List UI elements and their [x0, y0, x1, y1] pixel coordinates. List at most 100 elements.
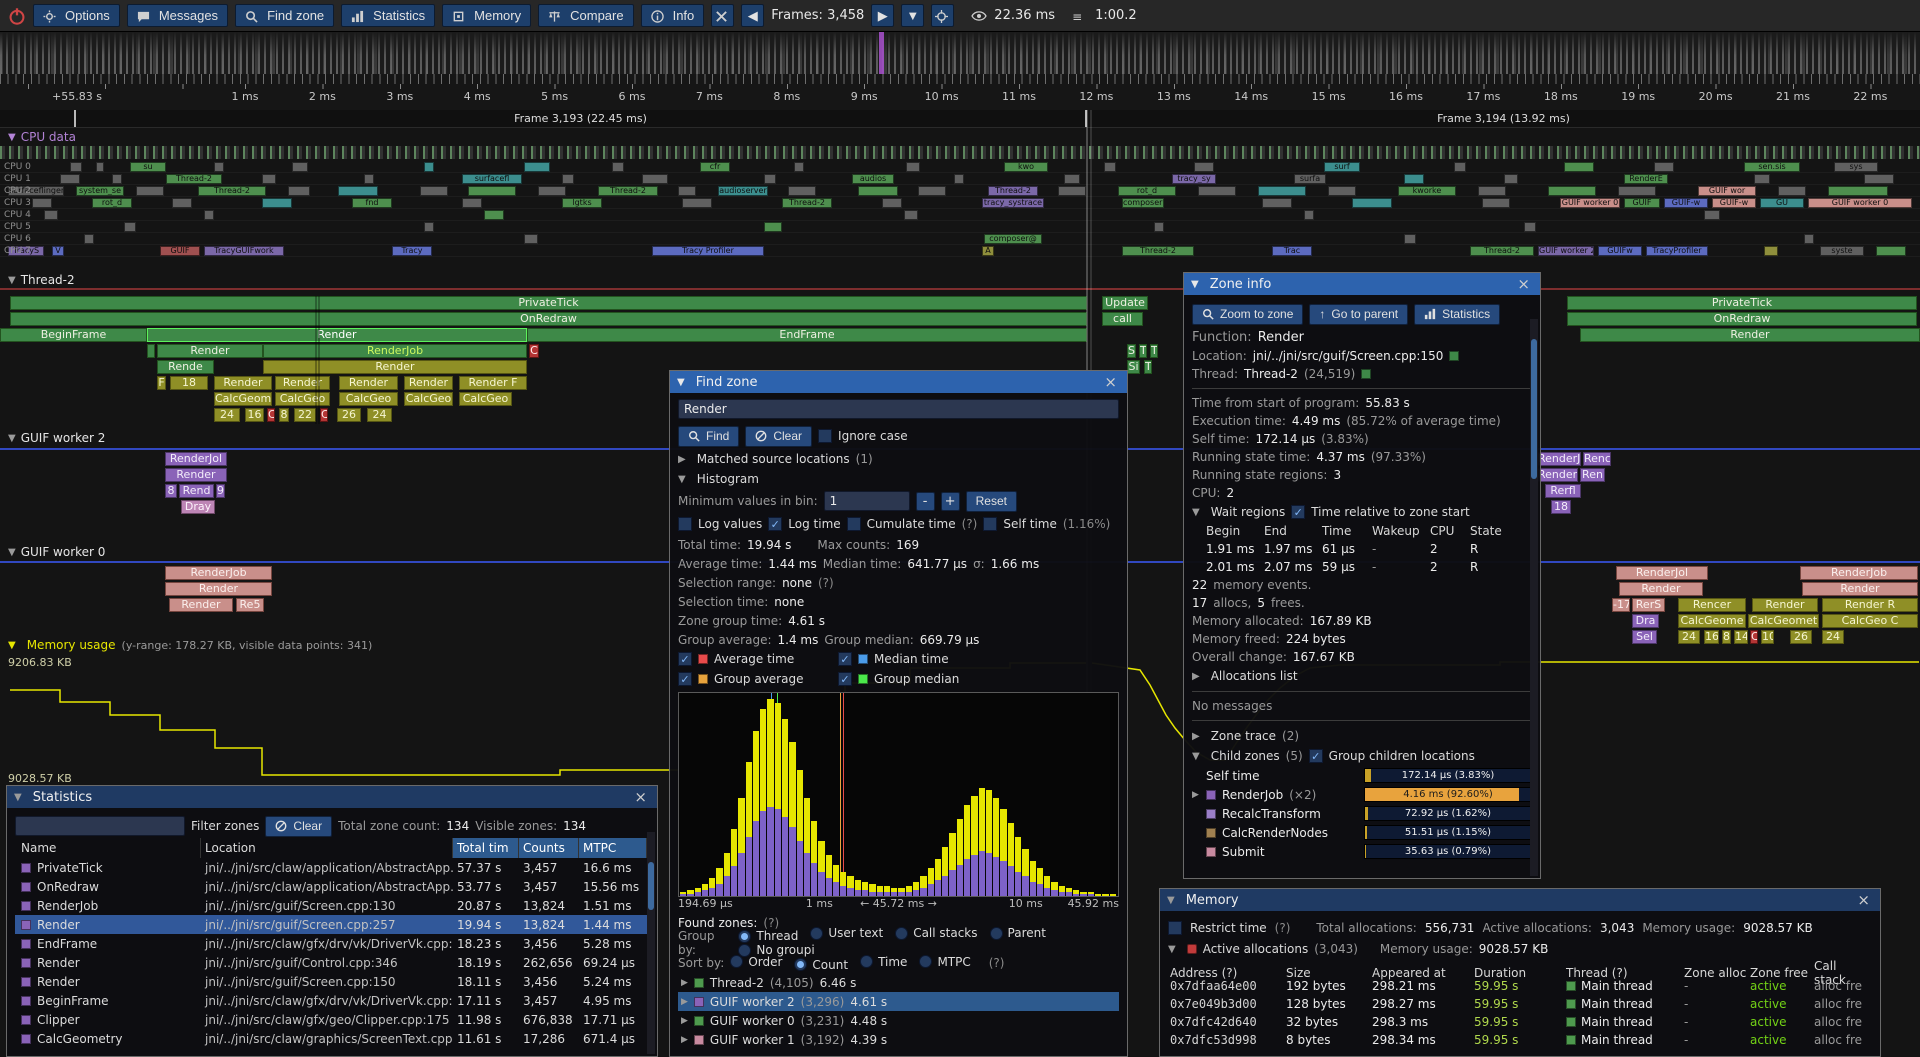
timeline-zone[interactable]: Render — [1537, 468, 1578, 482]
collapse-icon[interactable]: ▼ — [1192, 507, 1200, 518]
cpu-segment[interactable]: rot_d — [1118, 186, 1176, 196]
timeline-zone[interactable]: Rencer — [1678, 598, 1746, 612]
cpu-segment[interactable] — [524, 234, 538, 244]
cpu-segment[interactable] — [420, 186, 448, 196]
cpu-segment[interactable] — [484, 210, 504, 220]
collapse-icon[interactable]: ▼ — [1168, 944, 1176, 955]
timeline-zone[interactable]: Rende — [157, 360, 214, 374]
timeline-zone[interactable]: 24 — [367, 408, 392, 422]
group-by-parent[interactable]: Parent — [990, 926, 1046, 940]
timeline-zone[interactable]: Render — [1802, 582, 1918, 596]
statistics-row[interactable]: Renderjni/../jni/src/guif/Screen.cpp:150… — [15, 972, 649, 991]
time-ruler[interactable]: +55.83 s 1 ms2 ms3 ms4 ms5 ms6 ms7 ms8 m… — [0, 74, 1920, 110]
timeline-zone[interactable]: RenderJob — [1800, 566, 1918, 580]
close-icon[interactable]: × — [1514, 277, 1533, 292]
expand-icon[interactable]: ▶ — [1192, 731, 1200, 742]
cpu-segment[interactable] — [214, 162, 224, 172]
cpu-segment[interactable]: syste — [1820, 246, 1864, 256]
clear-button[interactable]: Clear — [745, 426, 812, 447]
cpu-segment[interactable]: Tracy — [392, 246, 432, 256]
cpu-segment[interactable] — [764, 174, 776, 184]
restrict-time-checkbox[interactable] — [1168, 921, 1182, 935]
cpu-segment[interactable] — [1058, 186, 1086, 196]
timeline-zone[interactable]: CalcGeo C — [1822, 614, 1918, 628]
timeline-zone[interactable]: CalcGeo — [275, 392, 330, 406]
cpu-segment[interactable]: Thread-2 — [166, 174, 222, 184]
cpu-segment[interactable]: GUIF worker 0 — [1560, 198, 1620, 208]
cpu-segment[interactable]: RenderE — [1624, 174, 1668, 184]
timeline-zone[interactable]: Dra — [1632, 614, 1659, 628]
cpu-segment[interactable] — [1304, 210, 1314, 220]
cpu-segment[interactable]: lgtks — [562, 198, 602, 208]
cpu-segment[interactable] — [918, 186, 946, 196]
timeline-zone[interactable]: C — [267, 408, 275, 422]
cpu-segment[interactable]: cfr — [700, 162, 730, 172]
timeline-zone[interactable]: Render — [263, 360, 527, 374]
cpu-segment[interactable] — [794, 162, 804, 172]
cpu-segment[interactable] — [462, 198, 482, 208]
found-zone-group[interactable]: ▶GUIF worker 1(3,192)4.39 s — [678, 1030, 1119, 1049]
statistics-titlebar[interactable]: ▼ Statistics × — [7, 786, 657, 808]
timeline-zone[interactable]: Render — [165, 582, 272, 596]
timeline-zone[interactable]: Render — [169, 598, 233, 612]
timeline-zone[interactable]: Render F — [459, 376, 527, 390]
child-zone-row[interactable]: Submit35.63 μs (0.79%) — [1192, 842, 1532, 861]
cpu-segment[interactable] — [1404, 174, 1424, 184]
cpu-segment[interactable]: surfacefl — [462, 174, 522, 184]
cpu-segment[interactable]: audioserver — [718, 186, 768, 196]
cumulate-time-checkbox[interactable] — [847, 517, 861, 531]
cpu-data-section-header[interactable]: ▼CPU data — [8, 130, 76, 144]
found-zone-group[interactable]: ▶Thread-2(4,105)6.46 s — [678, 973, 1119, 992]
cpu-segment[interactable] — [1154, 222, 1164, 232]
found-zone-group[interactable]: ▶GUIF worker 2(3,296)4.61 s — [678, 992, 1119, 1011]
statistics-button[interactable]: Statistics — [341, 4, 435, 27]
cpu-segment[interactable] — [1482, 198, 1510, 208]
close-icon[interactable]: × — [1854, 893, 1873, 908]
cpu-segment[interactable] — [84, 234, 94, 244]
timeline-zone[interactable]: Render — [165, 468, 227, 482]
cpu-segment[interactable] — [1778, 186, 1806, 196]
timeline-zone[interactable]: 24 — [1678, 630, 1700, 644]
expand-icon[interactable]: ▶ — [678, 454, 686, 465]
col-thread[interactable]: Thread — [1566, 966, 1608, 980]
crosshair-button[interactable] — [931, 4, 954, 27]
cpu-segment[interactable] — [678, 186, 696, 196]
timeline-zone[interactable]: Render — [214, 376, 272, 390]
timeline-zone[interactable]: 24 — [1822, 630, 1844, 644]
power-icon[interactable] — [8, 7, 26, 25]
cpu-segment[interactable]: A — [982, 246, 994, 256]
log-values-checkbox[interactable] — [678, 517, 692, 531]
compare-button[interactable]: Compare — [538, 4, 633, 27]
timeline-zone[interactable]: 22 — [294, 408, 316, 422]
find-zone-button[interactable]: Find zone — [235, 4, 334, 27]
cpu-segment[interactable]: surf — [1324, 162, 1360, 172]
timeline-zone[interactable]: call — [1102, 312, 1143, 326]
frames-overview-strip[interactable] — [0, 32, 1920, 74]
tools-button[interactable] — [711, 4, 734, 27]
group-by-thread[interactable]: Thread — [738, 929, 798, 943]
timeline-zone[interactable]: 26 — [337, 408, 361, 422]
cpu-segment[interactable] — [424, 222, 434, 232]
expand-icon[interactable]: ▶ — [681, 1035, 688, 1045]
timeline-zone[interactable]: T — [1144, 360, 1152, 374]
expand-icon[interactable]: ▶ — [681, 1016, 688, 1026]
cpu-segment[interactable] — [788, 186, 816, 196]
cpu-segment[interactable] — [1352, 198, 1392, 208]
cpu-segment[interactable] — [1064, 174, 1080, 184]
histogram-plot[interactable] — [678, 692, 1119, 897]
timeline-zone[interactable]: RenderJob — [263, 344, 527, 358]
timeline-zone[interactable]: RenderJ — [1537, 452, 1581, 466]
cpu-segment[interactable]: Trac — [1272, 246, 1312, 256]
cpu-segment[interactable] — [764, 222, 782, 232]
timeline-zone[interactable]: Sel — [1632, 630, 1657, 644]
cpu-segment[interactable]: GUIF — [1624, 198, 1660, 208]
statistics-row[interactable]: RenderJobjni/../jni/src/guif/Screen.cpp:… — [15, 896, 649, 915]
timeline-zone[interactable]: 16 — [245, 408, 264, 422]
cpu-segment[interactable]: Thread-2 — [1122, 246, 1194, 256]
wait-region-row[interactable]: 2.01 ms2.07 ms59 μs-2R — [1192, 558, 1532, 576]
prev-frame-button[interactable]: ◀ — [741, 4, 764, 27]
timeline-zone[interactable]: BeginFrame — [0, 328, 147, 342]
sort-by-time[interactable]: Time — [860, 955, 907, 969]
close-icon[interactable]: × — [631, 790, 650, 805]
timeline-zone[interactable]: 10 — [1761, 630, 1774, 644]
